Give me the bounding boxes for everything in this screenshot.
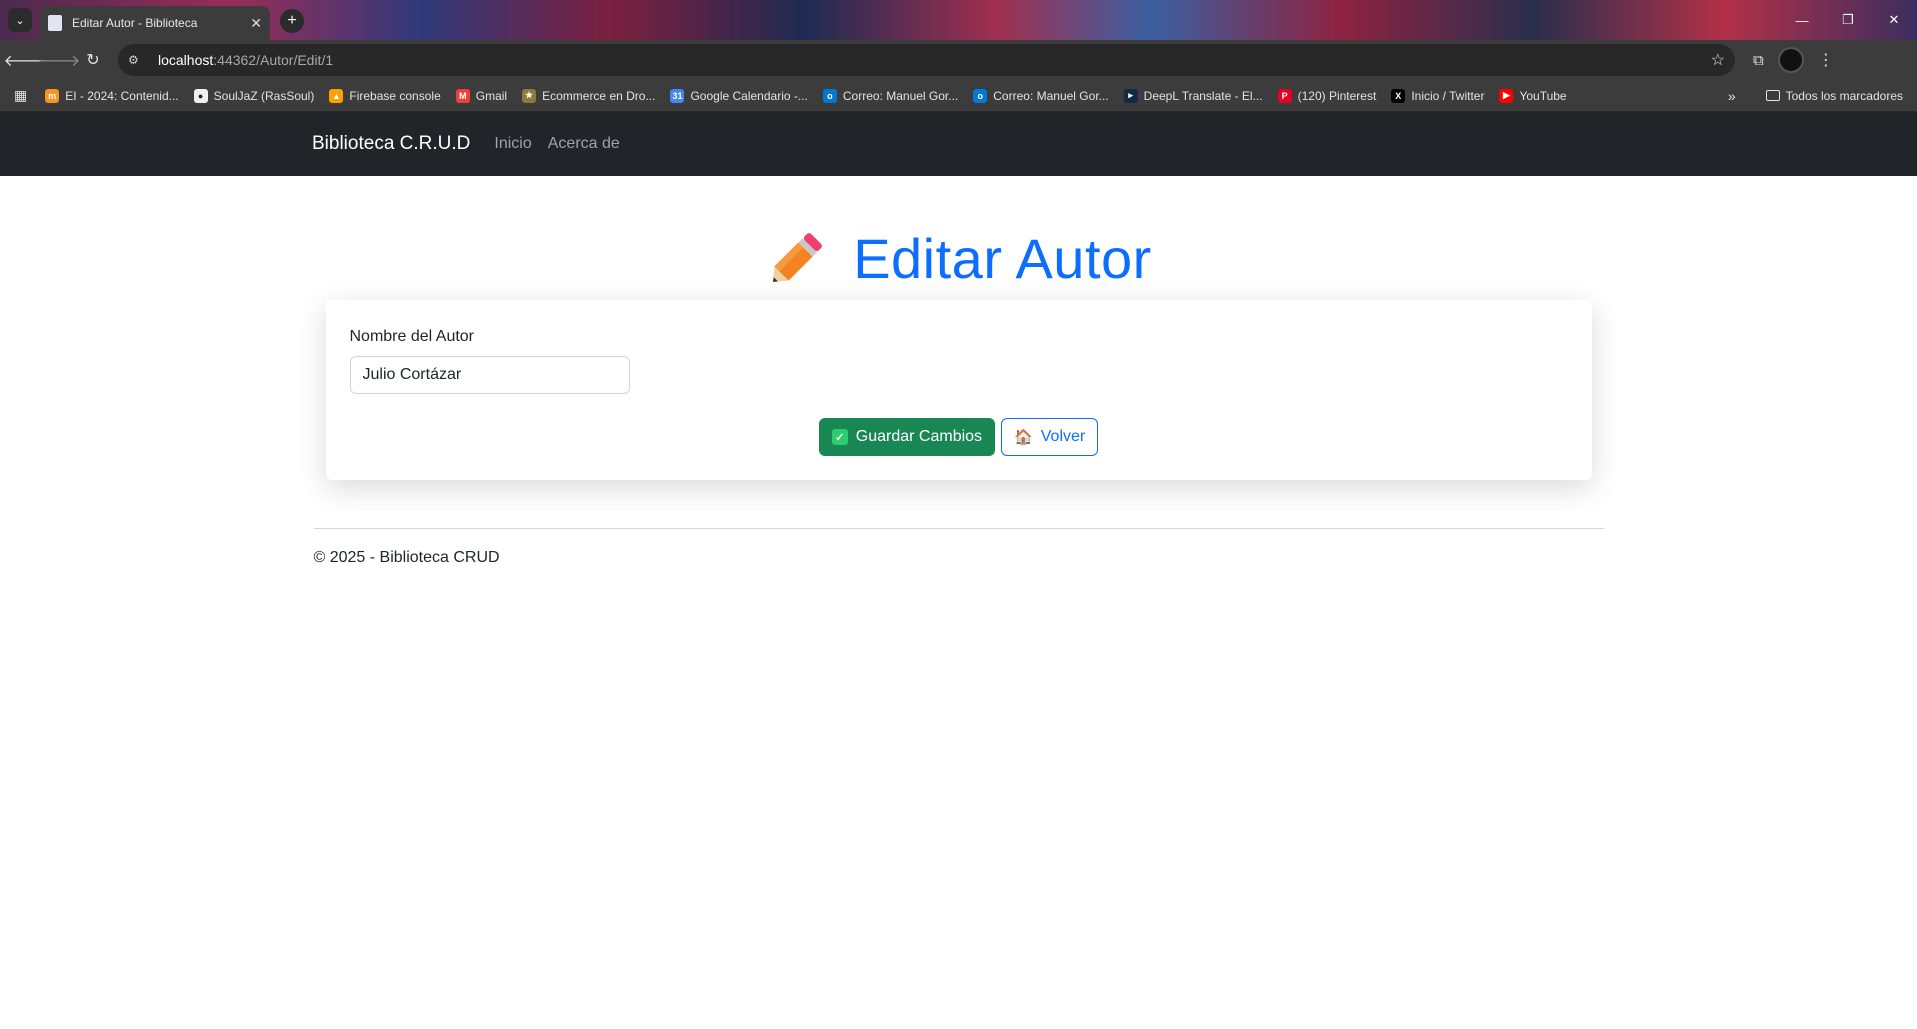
url-path: :44362/Autor/Edit/1 [213,52,334,68]
url-host: localhost [158,52,214,68]
profile-avatar[interactable] [1777,47,1804,73]
deepl-icon: ▸ [1123,88,1138,103]
tab-close-icon[interactable]: ✕ [250,15,262,32]
star-icon: ★ [522,88,537,103]
browser-menu-icon[interactable]: ⋮ [1818,50,1834,70]
apps-grid-icon[interactable]: ▦ [14,87,27,104]
page-favicon-icon [48,15,62,31]
author-name-input[interactable] [349,356,630,394]
restore-button[interactable]: ❐ [1825,0,1871,40]
footer-copyright: © 2025 - Biblioteca CRUD [313,549,500,566]
bookmark-item[interactable]: X Inicio / Twitter [1391,88,1485,103]
window-controls: — ❐ ✕ [1779,0,1917,40]
navbar-brand[interactable]: Biblioteca C.R.U.D [312,133,470,155]
bookmark-label: YouTube [1519,88,1567,103]
bookmark-label: (120) Pinterest [1297,88,1377,103]
form-actions: ✓ Guardar Cambios 🏠 Volver [350,418,1568,456]
bookmark-label: DeepL Translate - El... [1143,88,1263,103]
back-label: Volver [1040,428,1086,445]
bookmark-item[interactable]: o Correo: Manuel Gor... [822,88,959,103]
page-title: Editar Autor [314,226,1604,290]
site-info-icon[interactable]: ⚙ [128,53,148,67]
browser-tab[interactable]: Editar Autor - Biblioteca ✕ [40,6,270,40]
save-changes-button[interactable]: ✓ Guardar Cambios [818,418,996,456]
bookmark-label: Gmail [475,88,508,103]
house-icon: 🏠 [1014,429,1033,446]
author-name-label: Nombre del Autor [349,328,475,345]
bookmark-label: Correo: Manuel Gor... [993,88,1109,103]
app-navbar: Biblioteca C.R.U.D Inicio Acerca de [0,112,1917,176]
all-bookmarks-folder[interactable]: Todos los marcadores [1765,88,1903,103]
bookmark-label: EI - 2024: Contenid... [65,88,179,103]
save-changes-label: Guardar Cambios [855,428,983,445]
page-footer: © 2025 - Biblioteca CRUD [313,528,1604,567]
edit-author-card: Nombre del Autor ✓ Guardar Cambios 🏠 Vol… [325,300,1592,480]
tab-title: Editar Autor - Biblioteca [72,16,198,30]
bookmark-item[interactable]: ▸ DeepL Translate - El... [1123,88,1263,103]
bookmark-item[interactable]: M Gmail [455,88,508,103]
bookmark-label: Ecommerce en Dro... [542,88,656,103]
tab-search-button[interactable]: ⌄ [8,8,32,32]
page-heading-text: Editar Autor [853,226,1152,290]
folder-icon [1765,90,1780,101]
main-content: Editar Autor Nombre del Autor ✓ Guardar … [314,226,1604,480]
outlook-icon: o [973,88,988,103]
bookmark-label: Correo: Manuel Gor... [842,88,959,103]
bookmark-item[interactable]: m EI - 2024: Contenid... [45,88,179,103]
checkmark-icon: ✓ [831,429,848,445]
reload-icon[interactable]: ↻ [76,44,110,76]
bookmark-item[interactable]: o Correo: Manuel Gor... [973,88,1109,103]
forward-arrow-icon[interactable]: 🡒 [38,44,81,76]
bookmark-label: SoulJaZ (RasSoul) [213,88,315,103]
bookmark-label: Inicio / Twitter [1411,88,1485,103]
more-bookmarks-icon[interactable]: » [1728,88,1736,104]
bookmarks-bar: ▦ m EI - 2024: Contenid... ● SoulJaZ (RasSo… [0,80,1917,112]
bookmark-label: Firebase console [349,88,441,103]
extensions-icon[interactable]: ⧉ [1753,52,1764,69]
nav-link-acerca-de[interactable]: Acerca de [548,135,620,153]
browser-tabstrip: ⌄ Editar Autor - Biblioteca ✕ + — ❐ ✕ [0,0,1917,40]
browser-toolbar: 🡐 🡒 ↻ ⚙ localhost:44362/Autor/Edit/1 ☆ ⧉… [0,40,1917,80]
bookmark-item[interactable]: P (120) Pinterest [1277,88,1377,103]
calendar-icon: 31 [670,88,685,103]
close-window-button[interactable]: ✕ [1871,0,1917,40]
address-bar[interactable]: ⚙ localhost:44362/Autor/Edit/1 ☆ [118,44,1735,76]
bookmark-item[interactable]: ● SoulJaZ (RasSoul) [193,88,315,103]
new-tab-button[interactable]: + [280,9,304,33]
bookmark-item[interactable]: ▶ YouTube [1499,88,1567,103]
firebase-icon: ▲ [329,88,344,103]
pencil-icon [773,233,823,283]
moodle-icon: m [45,88,60,103]
youtube-icon: ▶ [1499,88,1514,103]
bookmark-item[interactable]: ★ Ecommerce en Dro... [522,88,656,103]
pinterest-icon: P [1277,88,1292,103]
back-button[interactable]: 🏠 Volver [1001,418,1099,456]
minimize-button[interactable]: — [1779,0,1825,40]
bookmark-item[interactable]: ▲ Firebase console [329,88,441,103]
bookmark-star-icon[interactable]: ☆ [1711,50,1725,70]
bookmark-list: m EI - 2024: Contenid... ● SoulJaZ (RasSoul… [45,88,1581,103]
toolbar-actions: ⧉ ⋮ [1753,47,1834,73]
bookmark-label: Google Calendario -... [690,88,808,103]
all-bookmarks-label: Todos los marcadores [1785,88,1903,103]
github-icon: ● [193,88,208,103]
bookmark-item[interactable]: 31 Google Calendario -... [670,88,808,103]
x-icon: X [1391,88,1406,103]
outlook-icon: o [822,88,837,103]
nav-link-inicio[interactable]: Inicio [494,135,531,153]
gmail-icon: M [455,88,470,103]
